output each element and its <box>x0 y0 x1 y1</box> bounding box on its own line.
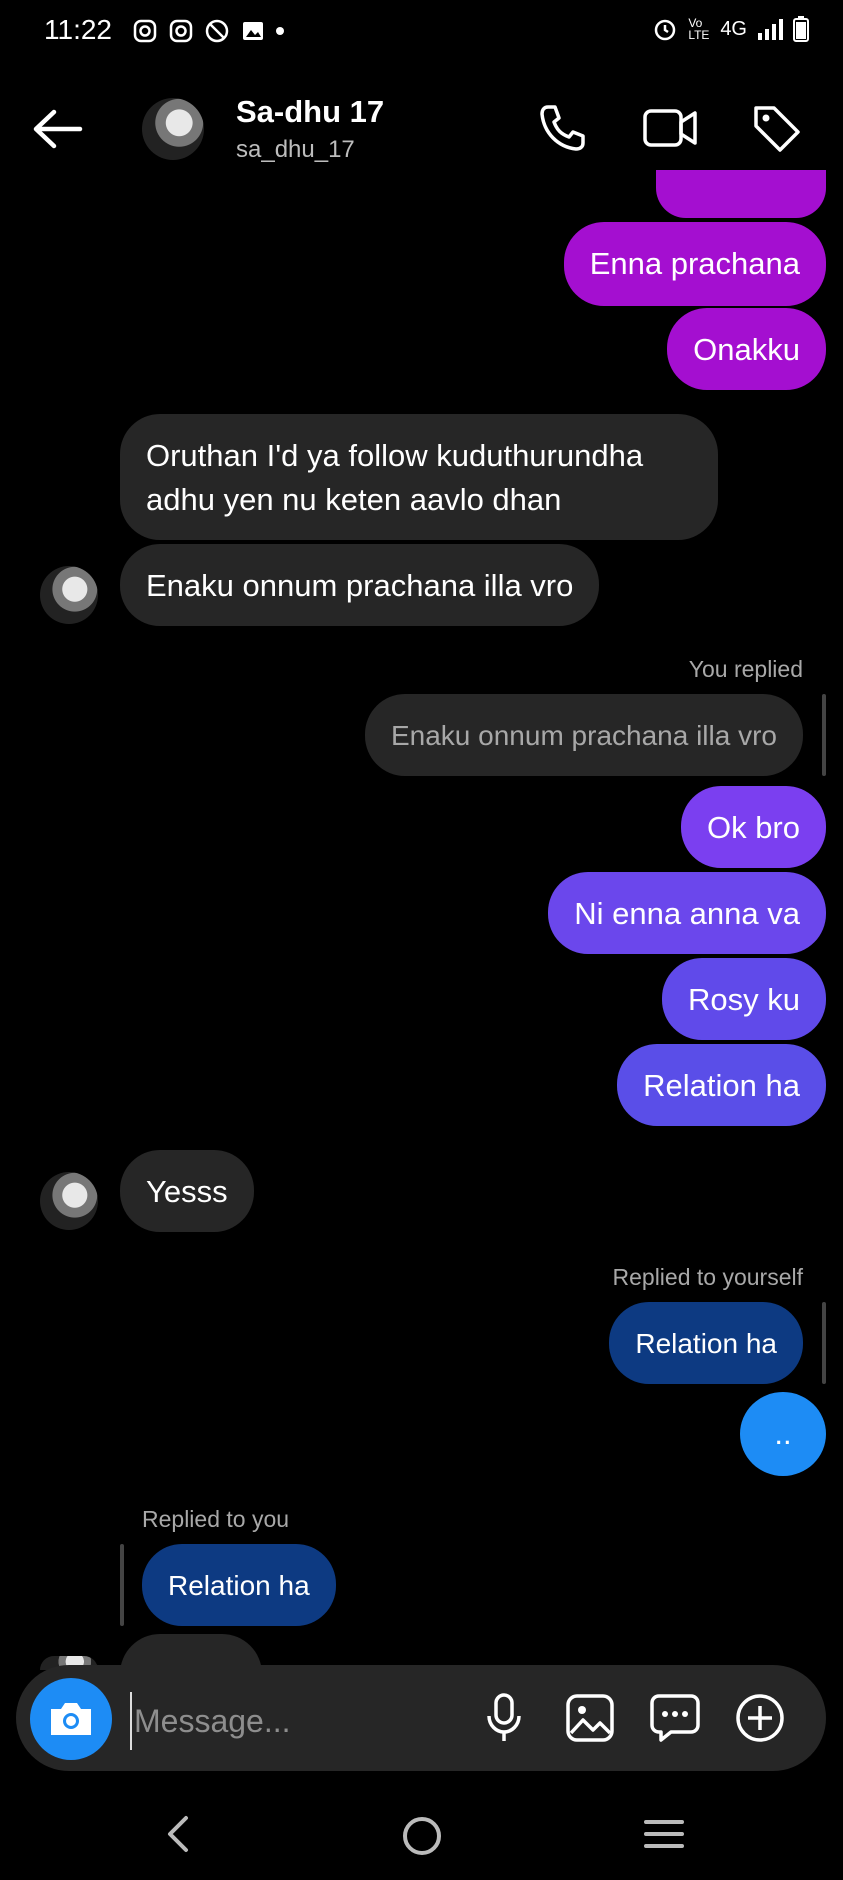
reply-indicator-bar <box>822 1302 826 1384</box>
camera-icon <box>51 1703 91 1735</box>
battery-icon <box>793 16 809 42</box>
reply-indicator-bar <box>822 694 826 776</box>
avatar[interactable] <box>142 98 204 160</box>
message-bubble[interactable]: Ni enna anna va <box>548 872 826 954</box>
message-bubble-partial[interactable] <box>656 170 826 218</box>
instagram-icon <box>169 19 193 43</box>
reply-quote-bubble[interactable]: Enaku onnum prachana illa vro <box>364 694 803 776</box>
status-time: 11:22 <box>44 14 112 45</box>
message-text: Ok bro <box>706 810 800 845</box>
status-left-icons <box>132 18 284 44</box>
reply-label: Replied to you <box>142 1506 290 1532</box>
message-bubble[interactable]: Rosy ku <box>662 958 826 1040</box>
message-text: Ni enna anna va <box>574 896 800 931</box>
message-bubble[interactable]: Onakku <box>667 308 826 390</box>
back-arrow-icon <box>33 109 83 149</box>
call-button[interactable] <box>532 98 592 158</box>
chevron-left-icon <box>168 1816 188 1852</box>
plus-circle-icon <box>736 1694 784 1742</box>
add-button[interactable] <box>730 1688 790 1748</box>
image-icon <box>566 1694 614 1742</box>
message-text: Yesss <box>146 1174 228 1209</box>
message-bubble[interactable]: Yesss <box>120 1150 254 1232</box>
chat-sticker-icon <box>650 1694 700 1742</box>
reply-label: You replied <box>688 656 803 682</box>
reply-quote-text: Relation ha <box>635 1328 777 1359</box>
avatar[interactable] <box>40 1172 98 1230</box>
video-call-button[interactable] <box>640 98 700 158</box>
network-label: 4G <box>720 17 747 40</box>
message-text: Oruthan I'd ya follow kuduthurundha <box>146 438 644 473</box>
sticker-button[interactable] <box>645 1688 705 1748</box>
microphone-icon <box>487 1693 521 1741</box>
menu-icon <box>644 1820 684 1848</box>
message-bubble[interactable]: .. <box>740 1392 826 1476</box>
voice-button[interactable] <box>474 1688 534 1748</box>
reply-indicator-bar <box>120 1544 124 1626</box>
video-camera-icon <box>643 109 697 147</box>
reply-quote-text: Relation ha <box>168 1570 310 1601</box>
tag-button[interactable] <box>746 98 806 158</box>
reply-quote-bubble[interactable]: Relation ha <box>142 1544 336 1626</box>
reply-label: Replied to yourself <box>612 1264 804 1290</box>
message-text: Rosy ku <box>688 982 800 1017</box>
contact-name[interactable]: Sa-dhu 17 <box>236 94 384 130</box>
nav-home-button[interactable] <box>400 1814 444 1858</box>
home-circle-icon <box>403 1817 441 1855</box>
nav-back-button[interactable] <box>160 1812 196 1856</box>
nav-recents-button[interactable] <box>642 1816 686 1852</box>
volte-label: Vo LTE <box>688 16 710 42</box>
message-bubble[interactable]: Oruthan I'd ya follow kuduthurundha adhu… <box>120 414 718 540</box>
message-text: Onakku <box>693 332 800 367</box>
message-bubble[interactable]: Relation ha <box>617 1044 826 1126</box>
tag-icon <box>754 106 800 152</box>
message-text: Relation ha <box>643 1068 800 1103</box>
alarm-icon <box>655 19 676 41</box>
message-bubble[interactable]: Enna prachana <box>563 222 826 306</box>
phone-icon <box>540 105 585 151</box>
reply-quote-text: Enaku onnum prachana illa vro <box>390 720 777 751</box>
instagram-icon <box>133 19 157 43</box>
back-button[interactable] <box>30 104 86 154</box>
message-text: adhu yen nu keten aavlo dhan <box>146 482 562 517</box>
message-bubble[interactable]: Enaku onnum prachana illa vro <box>120 544 600 626</box>
dot-icon <box>276 27 284 35</box>
message-text: Enaku onnum prachana illa vro <box>146 568 574 603</box>
message-text: Enna prachana <box>589 246 800 281</box>
message-bubble[interactable]: Ok bro <box>680 786 826 868</box>
reply-quote-bubble[interactable]: Relation ha <box>609 1302 803 1384</box>
gallery-icon <box>243 22 263 40</box>
camera-button[interactable] <box>30 1678 112 1760</box>
status-right-icons: Vo LTE 4G <box>652 16 809 42</box>
no-location-icon <box>205 19 229 43</box>
message-text: .. <box>774 1416 792 1451</box>
message-input[interactable] <box>130 1692 466 1750</box>
gallery-button[interactable] <box>560 1688 620 1748</box>
contact-username[interactable]: sa_dhu_17 <box>236 136 355 164</box>
signal-icon <box>758 19 783 40</box>
avatar[interactable] <box>40 566 98 624</box>
